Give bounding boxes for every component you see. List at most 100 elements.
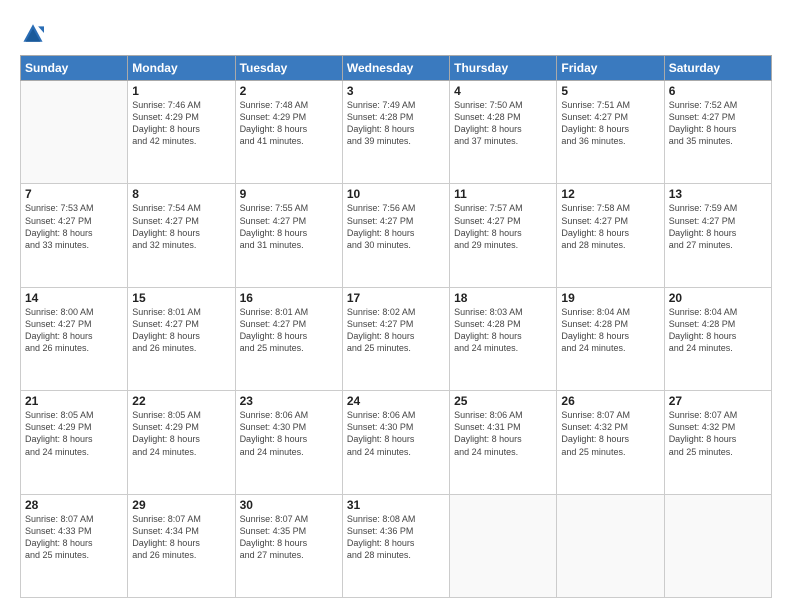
calendar-cell: 24Sunrise: 8:06 AM Sunset: 4:30 PM Dayli… — [342, 391, 449, 494]
calendar-cell: 4Sunrise: 7:50 AM Sunset: 4:28 PM Daylig… — [450, 81, 557, 184]
weekday-header-sunday: Sunday — [21, 56, 128, 81]
day-info: Sunrise: 7:59 AM Sunset: 4:27 PM Dayligh… — [669, 202, 767, 251]
day-info: Sunrise: 7:51 AM Sunset: 4:27 PM Dayligh… — [561, 99, 659, 148]
weekday-header-friday: Friday — [557, 56, 664, 81]
day-number: 8 — [132, 187, 230, 201]
calendar-cell: 11Sunrise: 7:57 AM Sunset: 4:27 PM Dayli… — [450, 184, 557, 287]
day-info: Sunrise: 8:04 AM Sunset: 4:28 PM Dayligh… — [669, 306, 767, 355]
calendar-cell: 17Sunrise: 8:02 AM Sunset: 4:27 PM Dayli… — [342, 287, 449, 390]
calendar-cell: 5Sunrise: 7:51 AM Sunset: 4:27 PM Daylig… — [557, 81, 664, 184]
day-info: Sunrise: 8:06 AM Sunset: 4:31 PM Dayligh… — [454, 409, 552, 458]
calendar-cell: 15Sunrise: 8:01 AM Sunset: 4:27 PM Dayli… — [128, 287, 235, 390]
calendar-cell: 14Sunrise: 8:00 AM Sunset: 4:27 PM Dayli… — [21, 287, 128, 390]
calendar-cell: 28Sunrise: 8:07 AM Sunset: 4:33 PM Dayli… — [21, 494, 128, 597]
calendar-cell: 13Sunrise: 7:59 AM Sunset: 4:27 PM Dayli… — [664, 184, 771, 287]
day-number: 5 — [561, 84, 659, 98]
day-info: Sunrise: 8:07 AM Sunset: 4:33 PM Dayligh… — [25, 513, 123, 562]
day-info: Sunrise: 8:06 AM Sunset: 4:30 PM Dayligh… — [347, 409, 445, 458]
calendar-week-2: 7Sunrise: 7:53 AM Sunset: 4:27 PM Daylig… — [21, 184, 772, 287]
calendar-cell: 26Sunrise: 8:07 AM Sunset: 4:32 PM Dayli… — [557, 391, 664, 494]
day-info: Sunrise: 8:07 AM Sunset: 4:35 PM Dayligh… — [240, 513, 338, 562]
day-number: 24 — [347, 394, 445, 408]
calendar-cell: 18Sunrise: 8:03 AM Sunset: 4:28 PM Dayli… — [450, 287, 557, 390]
day-number: 1 — [132, 84, 230, 98]
day-info: Sunrise: 8:03 AM Sunset: 4:28 PM Dayligh… — [454, 306, 552, 355]
day-number: 25 — [454, 394, 552, 408]
day-number: 23 — [240, 394, 338, 408]
day-number: 26 — [561, 394, 659, 408]
day-info: Sunrise: 8:00 AM Sunset: 4:27 PM Dayligh… — [25, 306, 123, 355]
day-info: Sunrise: 7:50 AM Sunset: 4:28 PM Dayligh… — [454, 99, 552, 148]
weekday-header-row: SundayMondayTuesdayWednesdayThursdayFrid… — [21, 56, 772, 81]
calendar-cell — [557, 494, 664, 597]
calendar-cell: 9Sunrise: 7:55 AM Sunset: 4:27 PM Daylig… — [235, 184, 342, 287]
day-info: Sunrise: 8:07 AM Sunset: 4:32 PM Dayligh… — [669, 409, 767, 458]
calendar-week-1: 1Sunrise: 7:46 AM Sunset: 4:29 PM Daylig… — [21, 81, 772, 184]
weekday-header-monday: Monday — [128, 56, 235, 81]
calendar-week-5: 28Sunrise: 8:07 AM Sunset: 4:33 PM Dayli… — [21, 494, 772, 597]
calendar-cell: 23Sunrise: 8:06 AM Sunset: 4:30 PM Dayli… — [235, 391, 342, 494]
day-info: Sunrise: 7:53 AM Sunset: 4:27 PM Dayligh… — [25, 202, 123, 251]
day-number: 13 — [669, 187, 767, 201]
calendar-cell: 22Sunrise: 8:05 AM Sunset: 4:29 PM Dayli… — [128, 391, 235, 494]
day-number: 3 — [347, 84, 445, 98]
calendar-cell: 21Sunrise: 8:05 AM Sunset: 4:29 PM Dayli… — [21, 391, 128, 494]
day-info: Sunrise: 8:07 AM Sunset: 4:34 PM Dayligh… — [132, 513, 230, 562]
day-number: 10 — [347, 187, 445, 201]
day-info: Sunrise: 7:57 AM Sunset: 4:27 PM Dayligh… — [454, 202, 552, 251]
day-number: 31 — [347, 498, 445, 512]
calendar-cell: 1Sunrise: 7:46 AM Sunset: 4:29 PM Daylig… — [128, 81, 235, 184]
day-number: 6 — [669, 84, 767, 98]
day-info: Sunrise: 8:05 AM Sunset: 4:29 PM Dayligh… — [25, 409, 123, 458]
calendar-cell: 29Sunrise: 8:07 AM Sunset: 4:34 PM Dayli… — [128, 494, 235, 597]
day-info: Sunrise: 8:04 AM Sunset: 4:28 PM Dayligh… — [561, 306, 659, 355]
calendar-cell — [21, 81, 128, 184]
calendar-cell — [664, 494, 771, 597]
day-number: 4 — [454, 84, 552, 98]
calendar-table: SundayMondayTuesdayWednesdayThursdayFrid… — [20, 55, 772, 598]
day-info: Sunrise: 7:58 AM Sunset: 4:27 PM Dayligh… — [561, 202, 659, 251]
day-number: 11 — [454, 187, 552, 201]
day-info: Sunrise: 7:55 AM Sunset: 4:27 PM Dayligh… — [240, 202, 338, 251]
calendar-cell: 20Sunrise: 8:04 AM Sunset: 4:28 PM Dayli… — [664, 287, 771, 390]
day-number: 14 — [25, 291, 123, 305]
day-info: Sunrise: 7:48 AM Sunset: 4:29 PM Dayligh… — [240, 99, 338, 148]
day-info: Sunrise: 8:06 AM Sunset: 4:30 PM Dayligh… — [240, 409, 338, 458]
day-number: 7 — [25, 187, 123, 201]
day-info: Sunrise: 8:07 AM Sunset: 4:32 PM Dayligh… — [561, 409, 659, 458]
day-number: 15 — [132, 291, 230, 305]
weekday-header-tuesday: Tuesday — [235, 56, 342, 81]
calendar-cell — [450, 494, 557, 597]
weekday-header-saturday: Saturday — [664, 56, 771, 81]
calendar-cell: 7Sunrise: 7:53 AM Sunset: 4:27 PM Daylig… — [21, 184, 128, 287]
calendar-cell: 30Sunrise: 8:07 AM Sunset: 4:35 PM Dayli… — [235, 494, 342, 597]
day-number: 12 — [561, 187, 659, 201]
day-number: 2 — [240, 84, 338, 98]
day-number: 28 — [25, 498, 123, 512]
calendar-cell: 31Sunrise: 8:08 AM Sunset: 4:36 PM Dayli… — [342, 494, 449, 597]
day-number: 16 — [240, 291, 338, 305]
day-info: Sunrise: 8:08 AM Sunset: 4:36 PM Dayligh… — [347, 513, 445, 562]
day-number: 9 — [240, 187, 338, 201]
calendar-week-4: 21Sunrise: 8:05 AM Sunset: 4:29 PM Dayli… — [21, 391, 772, 494]
calendar-cell: 6Sunrise: 7:52 AM Sunset: 4:27 PM Daylig… — [664, 81, 771, 184]
day-info: Sunrise: 7:54 AM Sunset: 4:27 PM Dayligh… — [132, 202, 230, 251]
day-info: Sunrise: 8:01 AM Sunset: 4:27 PM Dayligh… — [240, 306, 338, 355]
calendar-week-3: 14Sunrise: 8:00 AM Sunset: 4:27 PM Dayli… — [21, 287, 772, 390]
day-info: Sunrise: 7:49 AM Sunset: 4:28 PM Dayligh… — [347, 99, 445, 148]
day-info: Sunrise: 8:05 AM Sunset: 4:29 PM Dayligh… — [132, 409, 230, 458]
logo — [20, 22, 48, 49]
day-info: Sunrise: 7:46 AM Sunset: 4:29 PM Dayligh… — [132, 99, 230, 148]
day-number: 18 — [454, 291, 552, 305]
weekday-header-wednesday: Wednesday — [342, 56, 449, 81]
calendar-cell: 16Sunrise: 8:01 AM Sunset: 4:27 PM Dayli… — [235, 287, 342, 390]
day-info: Sunrise: 8:02 AM Sunset: 4:27 PM Dayligh… — [347, 306, 445, 355]
day-info: Sunrise: 7:56 AM Sunset: 4:27 PM Dayligh… — [347, 202, 445, 251]
calendar-cell: 10Sunrise: 7:56 AM Sunset: 4:27 PM Dayli… — [342, 184, 449, 287]
header — [20, 18, 772, 49]
day-number: 20 — [669, 291, 767, 305]
calendar-cell: 25Sunrise: 8:06 AM Sunset: 4:31 PM Dayli… — [450, 391, 557, 494]
calendar-cell: 2Sunrise: 7:48 AM Sunset: 4:29 PM Daylig… — [235, 81, 342, 184]
day-number: 21 — [25, 394, 123, 408]
calendar-cell: 12Sunrise: 7:58 AM Sunset: 4:27 PM Dayli… — [557, 184, 664, 287]
